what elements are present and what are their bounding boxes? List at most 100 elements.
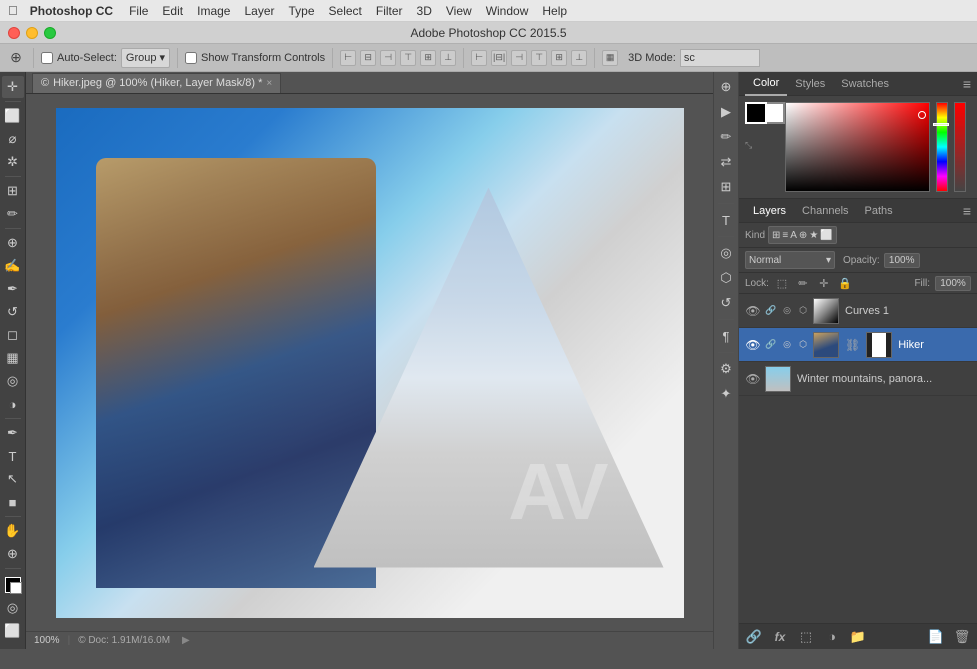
menu-edit[interactable]: Edit [162,4,183,18]
distribute-center-h-icon[interactable]: ⊞ [551,50,567,66]
eyedropper-tool[interactable]: ✏ [2,203,24,225]
group-dropdown[interactable]: Group ▾ [121,48,170,68]
healing-brush-tool[interactable]: ⊕ [2,232,24,254]
menu-view[interactable]: View [446,4,472,18]
blur-tool[interactable]: ◎ [2,370,24,392]
layer-row[interactable]: 👁 🔗 ◎ ⬡ ⛓ Hiker [739,328,977,362]
menu-select[interactable]: Select [329,4,362,18]
add-mask-button[interactable]: ⬚ [797,628,815,646]
align-left-icon[interactable]: ⊢ [340,50,356,66]
shape-tool[interactable]: ■ [2,491,24,513]
menu-window[interactable]: Window [486,4,529,18]
opacity-value[interactable]: 100% [884,253,920,268]
layer-link-icon[interactable]: 🔗 [765,305,777,317]
eraser-tool[interactable]: ◻ [2,324,24,346]
3d-mode-input[interactable] [680,49,760,67]
right-tool-4[interactable]: ⇄ [715,151,737,173]
close-button[interactable] [8,27,20,39]
kind-dropdown[interactable]: ⊞ ≡ A ⊕ ★ ⬜ [768,226,837,244]
menu-3d[interactable]: 3D [417,4,432,18]
menu-file[interactable]: File [129,4,148,18]
right-tool-7[interactable]: ◎ [715,242,737,264]
align-center-h-icon[interactable]: ⊞ [420,50,436,66]
brush-tool[interactable]: ✍ [2,255,24,277]
layer-style-icon[interactable]: ⬡ [797,339,809,351]
new-layer-button[interactable]: 📄 [927,628,945,646]
menu-layer[interactable]: Layer [244,4,274,18]
right-tool-9[interactable]: ↺ [715,292,737,314]
type-tool[interactable]: T [2,445,24,467]
layer-row[interactable]: 👁 Winter mountains, panora... [739,362,977,396]
history-brush-tool[interactable]: ↺ [2,301,24,323]
color-panel-menu-button[interactable]: ≡ [963,76,971,92]
pen-tool[interactable]: ✒ [2,422,24,444]
right-tool-1[interactable]: ⊕ [715,76,737,98]
distribute-center-v-icon[interactable]: |⊟| [491,50,507,66]
layer-filter-icon[interactable]: ◎ [781,305,793,317]
minimize-button[interactable] [26,27,38,39]
align-right-icon[interactable]: ⊣ [380,50,396,66]
screen-mode-button[interactable]: ⬜ [2,620,24,642]
menu-help[interactable]: Help [542,4,567,18]
right-tool-2[interactable]: ▶ [715,101,737,123]
right-tool-3[interactable]: ✏ [715,126,737,148]
clone-stamp-tool[interactable]: ✒ [2,278,24,300]
alpha-slider[interactable] [954,102,966,192]
canvas-wrapper[interactable]: AV [26,94,713,631]
auto-select-checkbox[interactable] [41,52,53,64]
maximize-button[interactable] [44,27,56,39]
menu-type[interactable]: Type [289,4,315,18]
align-top-icon[interactable]: ⊤ [400,50,416,66]
new-group-button[interactable]: 📁 [849,628,867,646]
tab-styles[interactable]: Styles [787,72,833,96]
tab-color[interactable]: Color [745,72,787,96]
distribute-right-icon[interactable]: ⊣ [511,50,527,66]
path-selection-tool[interactable]: ↖ [2,468,24,490]
lasso-tool[interactable]: ⌀ [2,128,24,150]
right-tool-6[interactable]: T [715,209,737,231]
right-tool-11[interactable]: ⚙ [715,358,737,380]
new-adjustment-button[interactable]: ◑ [823,628,841,646]
layer-visibility-toggle[interactable]: 👁 [745,303,761,319]
hue-slider[interactable] [936,102,948,192]
quick-mask-button[interactable]: ◎ [2,597,24,619]
right-tool-5[interactable]: ⊞ [715,176,737,198]
layer-mask-icon[interactable]: ⬡ [797,305,809,317]
delete-layer-button[interactable]: 🗑 [953,628,971,646]
tab-swatches[interactable]: Swatches [833,72,897,96]
lock-image-button[interactable]: ✏ [795,275,811,291]
fx-button[interactable]: fx [771,628,789,646]
right-tool-8[interactable]: ⬡ [715,267,737,289]
lock-position-button[interactable]: ✛ [816,275,832,291]
menu-filter[interactable]: Filter [376,4,403,18]
right-tool-12[interactable]: ✦ [715,383,737,405]
distribute-bottom-icon[interactable]: ⊥ [571,50,587,66]
canvas-tab[interactable]: © Hiker.jpeg @ 100% (Hiker, Layer Mask/8… [32,73,281,93]
fill-value[interactable]: 100% [935,276,971,291]
link-layers-button[interactable]: 🔗 [745,628,763,646]
color-picker-gradient[interactable] [785,102,930,192]
magic-wand-tool[interactable]: ✲ [2,151,24,173]
layer-visibility-toggle[interactable]: 👁 [745,371,761,387]
app-name[interactable]: Photoshop CC [30,4,113,18]
lock-transparent-button[interactable]: ⬚ [774,275,790,291]
layer-filter-icon[interactable]: ◎ [781,339,793,351]
blend-mode-dropdown[interactable]: Normal ▾ [745,251,835,269]
right-tool-10[interactable]: ¶ [715,325,737,347]
layer-row[interactable]: 👁 🔗 ◎ ⬡ Curves 1 [739,294,977,328]
tab-paths[interactable]: Paths [857,199,901,223]
layers-panel-menu-button[interactable]: ≡ [963,203,971,219]
gradient-tool[interactable]: ▦ [2,347,24,369]
layer-link-icon[interactable]: 🔗 [765,339,777,351]
arrange-icon[interactable]: ▦ [602,50,618,66]
hand-tool[interactable]: ✋ [2,520,24,542]
distribute-left-icon[interactable]: ⊢ [471,50,487,66]
rectangular-marquee-tool[interactable]: ⬜ [2,105,24,127]
transform-controls-checkbox[interactable] [185,52,197,64]
reset-colors-icon[interactable]: ⤡ [745,140,752,151]
distribute-top-icon[interactable]: ⊤ [531,50,547,66]
align-center-v-icon[interactable]: ⊟ [360,50,376,66]
crop-tool[interactable]: ⊞ [2,180,24,202]
tab-channels[interactable]: Channels [794,199,856,223]
tab-close-button[interactable]: × [266,78,272,89]
